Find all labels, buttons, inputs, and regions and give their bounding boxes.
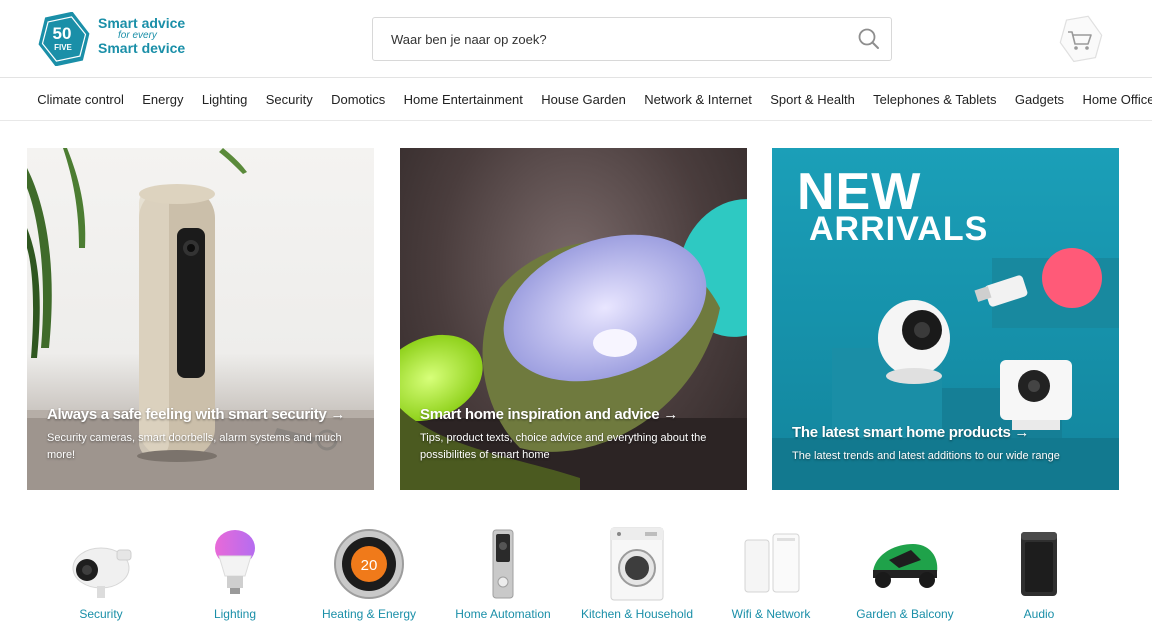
nav-item-security[interactable]: Security [257,92,322,107]
nav-item-domotics[interactable]: Domotics [322,92,395,107]
category-nav: Climate control Energy Lighting Security… [0,79,1152,121]
banner-new-arrivals[interactable]: NEW ARRIVALS The latest smart home produ… [772,148,1119,490]
nav-item-energy[interactable]: Energy [133,92,193,107]
nav-item-gadgets[interactable]: Gadgets [1006,92,1074,107]
category-label: Security [79,607,123,621]
logo-tagline-line1: Smart advice [98,15,186,31]
banner-new-arrivals-title: The latest smart home products → [792,424,1030,441]
site-header: 50 FIVE Smart advice for every Smart dev… [0,0,1152,78]
nav-item-home-entertainment[interactable]: Home Entertainment [394,92,532,107]
logo-tagline: Smart advice for every Smart device [98,16,185,56]
robot-mower-icon [873,544,938,588]
category-label: Home Automation [455,607,551,621]
category-wifi-network[interactable]: Wifi & Network [704,524,838,624]
category-home-automation[interactable]: Home Automation [436,524,570,624]
speaker-icon [1021,532,1057,596]
category-garden-balcony[interactable]: Garden & Balcony [838,524,972,624]
category-tiles: Security Lighting 20 Heating & Energy Ho… [34,524,1124,624]
cart-button[interactable] [1056,15,1104,63]
video-doorbell-icon [492,529,514,599]
banner-security[interactable]: Always a safe feeling with smart securit… [27,148,374,490]
search-box [372,17,892,61]
nav-item-telephones-tablets[interactable]: Telephones & Tablets [864,92,1006,107]
thermostat-icon: 20 [334,529,404,599]
category-label: Garden & Balcony [856,607,954,621]
banner-security-subtitle: Security cameras, smart doorbells, alarm… [47,432,342,461]
nav-item-house-garden[interactable]: House Garden [532,92,635,107]
logo-badge-icon: 50 FIVE [38,12,90,66]
nav-item-lighting[interactable]: Lighting [193,92,257,107]
new-arrivals-headline-arrivals: ARRIVALS [809,210,989,248]
banner-inspiration[interactable]: Smart home inspiration and advice → Tips… [400,148,747,490]
category-audio[interactable]: Audio [972,524,1106,624]
category-kitchen-household[interactable]: Kitchen & Household [570,524,704,624]
banner-security-title: Always a safe feeling with smart securit… [47,406,346,423]
thermostat-value: 20 [361,557,378,574]
nav-item-sport-health[interactable]: Sport & Health [761,92,864,107]
category-label: Heating & Energy [321,607,417,621]
category-lighting[interactable]: Lighting [168,524,302,624]
router-icon [744,533,800,593]
logo-badge-number: 50 [53,24,72,43]
light-bulb-icon [215,530,255,594]
nav-item-home-office[interactable]: Home Office [1073,92,1152,107]
category-label: Audio [1023,607,1055,621]
nav-item-network-internet[interactable]: Network & Internet [635,92,761,107]
category-label: Lighting [213,607,257,621]
category-heating-energy[interactable]: 20 Heating & Energy [302,524,436,624]
security-camera-icon [72,547,132,598]
cart-icon [1059,15,1103,63]
category-label: Kitchen & Household [580,607,694,621]
search-icon[interactable] [855,25,883,53]
search-input[interactable] [373,18,843,60]
banner-inspiration-title: Smart home inspiration and advice → [420,406,678,423]
category-security[interactable]: Security [34,524,168,624]
logo-tagline-line3: Smart device [98,40,186,57]
category-label: Wifi & Network [731,607,811,621]
nav-item-climate-control[interactable]: Climate control [28,92,133,107]
banner-inspiration-subtitle: Tips, product texts, choice advice and e… [420,432,707,461]
washing-machine-icon [610,527,664,601]
banner-new-arrivals-subtitle: The latest trends and latest additions t… [792,450,1060,462]
logo-badge-word: FIVE [54,43,72,52]
logo[interactable]: 50 FIVE Smart advice for every Smart dev… [36,12,186,66]
